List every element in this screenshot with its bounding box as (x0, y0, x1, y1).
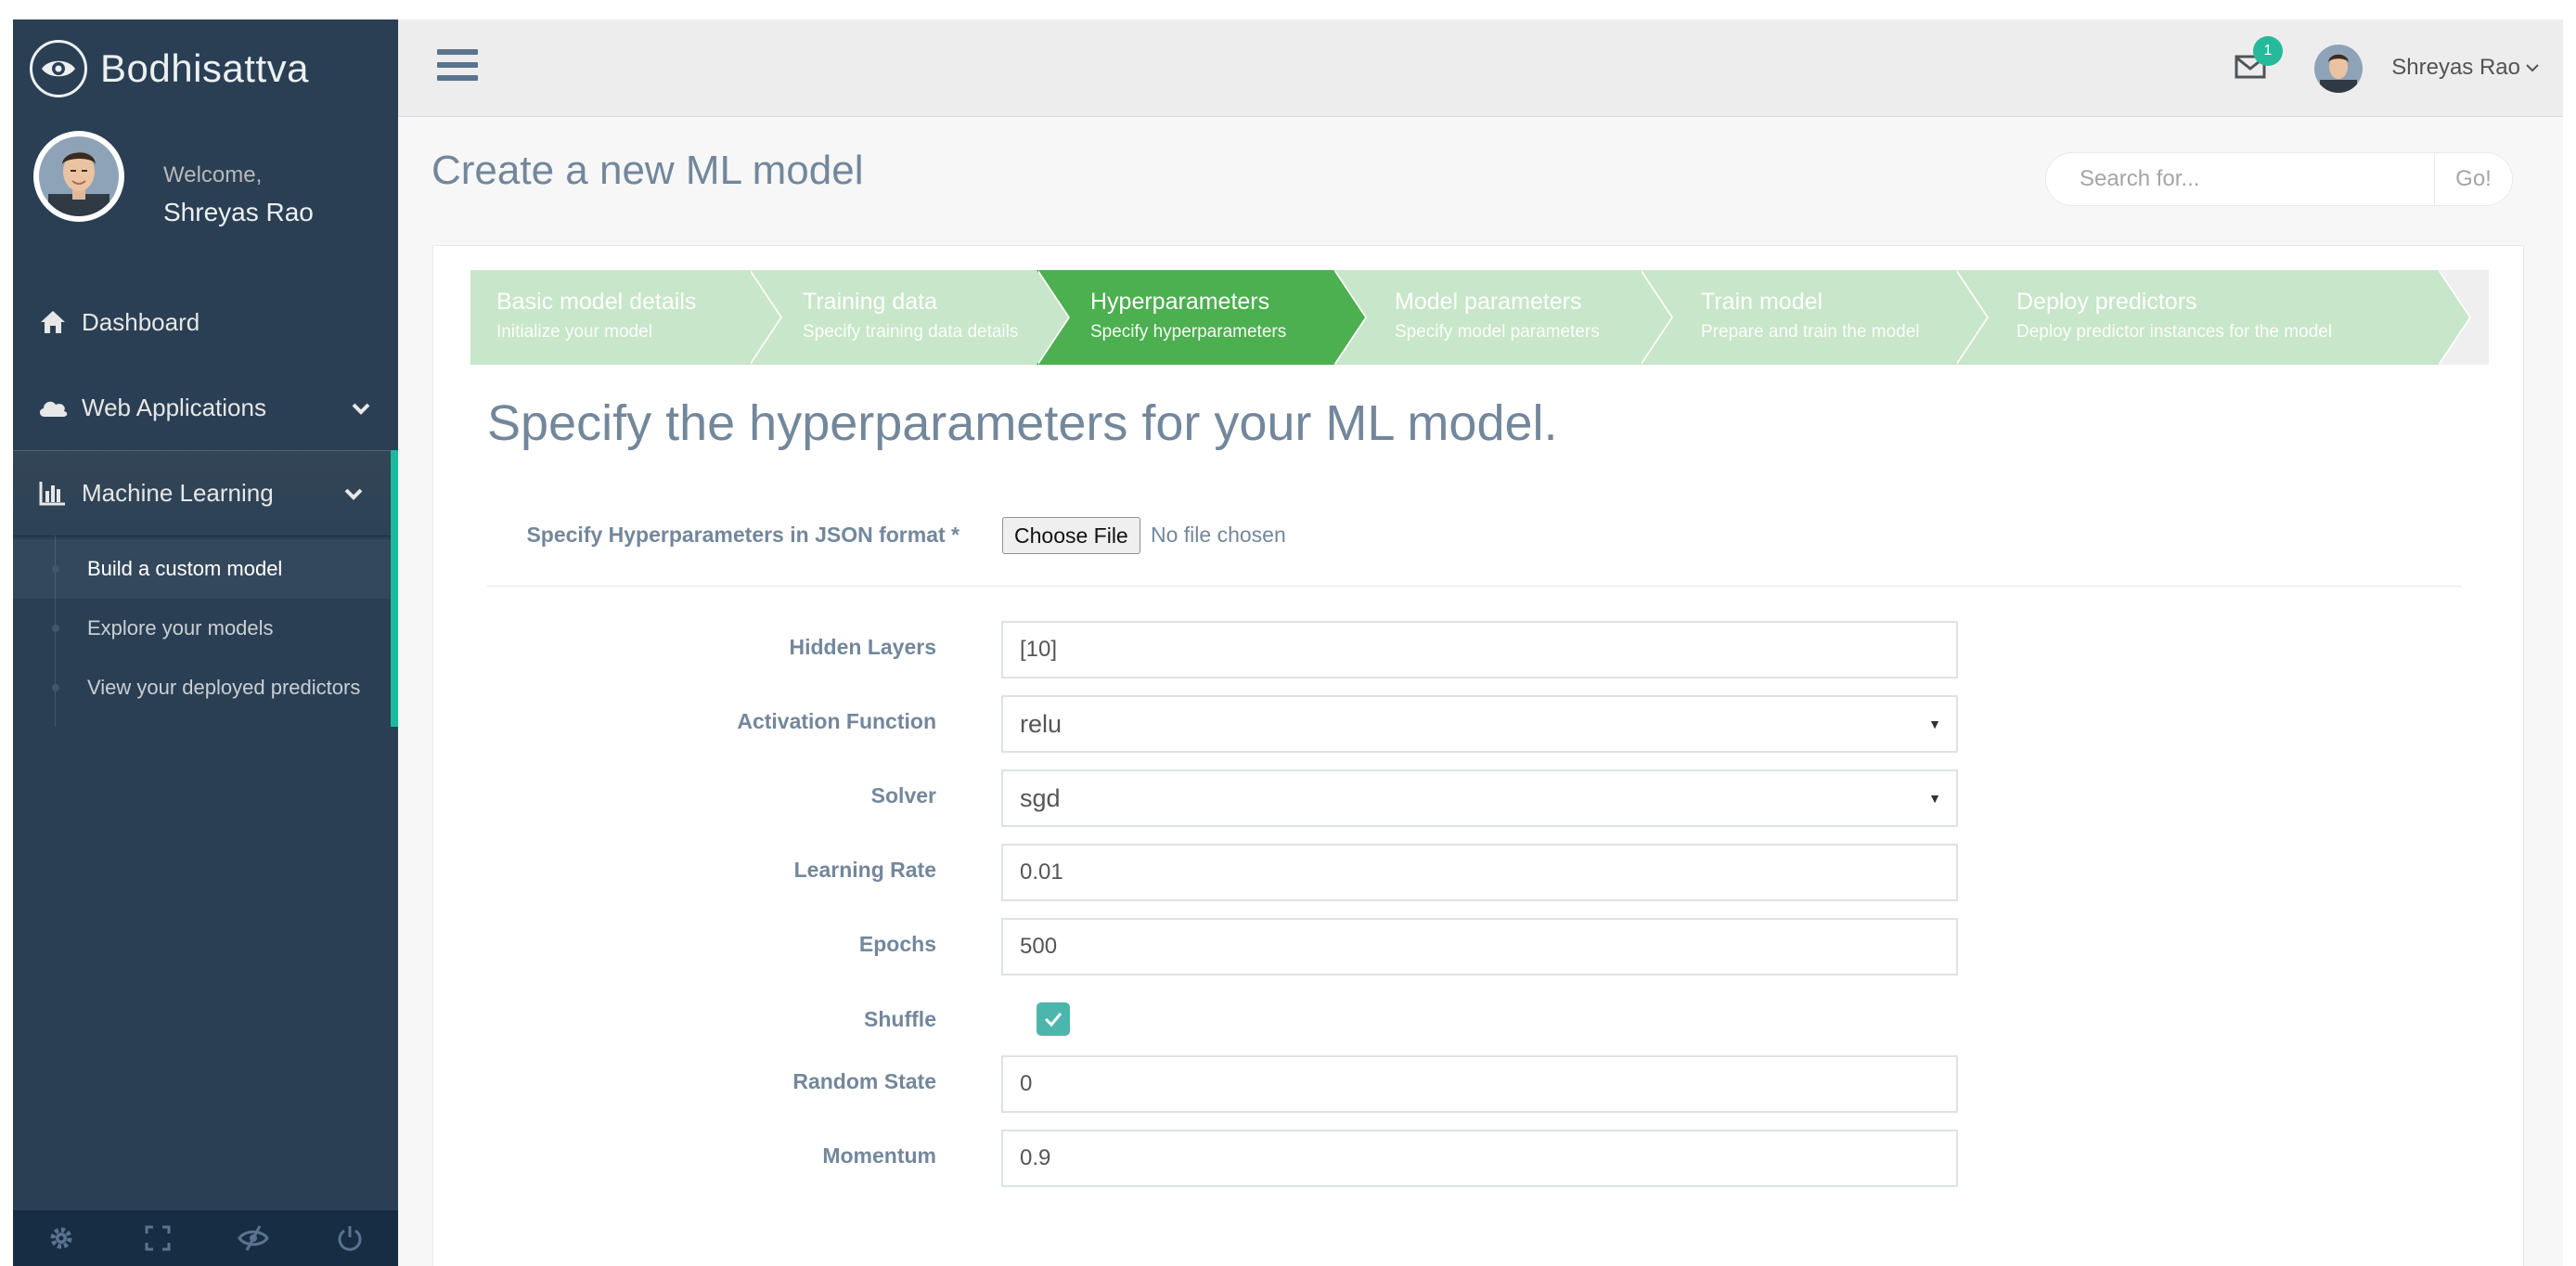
logout-button[interactable] (302, 1210, 398, 1266)
sidebar-item-label: Web Applications (82, 393, 266, 421)
json-upload-label: Specify Hyperparameters in JSON format * (526, 523, 960, 547)
step-title: Deploy predictors (2016, 289, 2197, 315)
brand[interactable]: Bodhisattva (13, 19, 398, 117)
wizard-step-basic-details[interactable]: Basic model details Initialize your mode… (470, 270, 782, 365)
sidebar-item-label: Machine Learning (82, 478, 274, 507)
hidden-layers-label: Hidden Layers (789, 635, 937, 659)
activation-function-label: Activation Function (737, 709, 936, 733)
profile: Welcome, Shreyas Rao (13, 131, 398, 242)
welcome-text: Welcome, (163, 162, 263, 187)
settings-icon (50, 1227, 72, 1249)
step-subtitle: Specify model parameters (1395, 322, 1600, 342)
avatar (33, 131, 124, 222)
eye-slash-icon (238, 1225, 270, 1251)
submenu-item-build-custom-model[interactable]: Build a custom model (13, 539, 391, 599)
step-title: Training data (803, 289, 937, 315)
step-subtitle: Prepare and train the model (1701, 322, 1920, 342)
chevron-down-icon[interactable] (344, 478, 363, 507)
sidebar-item-machine-learning[interactable]: Machine Learning (13, 450, 398, 536)
step-title: Hyperparameters (1090, 289, 1270, 315)
submenu-item-explore-models[interactable]: Explore your models (13, 599, 391, 658)
user-avatar[interactable] (2314, 45, 2363, 93)
cloud-icon (37, 392, 69, 423)
momentum-input[interactable]: 0.9 (1001, 1130, 1958, 1187)
brand-name: Bodhisattva (100, 45, 309, 90)
search-input[interactable] (2046, 153, 2436, 205)
check-icon (1044, 1013, 1063, 1027)
activation-function-value: relu (1020, 709, 1063, 738)
wizard-step-train-model[interactable]: Train model Prepare and train the model (1640, 270, 1989, 365)
wizard-step-deploy-predictors[interactable]: Deploy predictors Deploy predictor insta… (1955, 270, 2471, 365)
search-box: Go! (2045, 152, 2513, 206)
choose-file-button[interactable]: Choose File (1002, 517, 1140, 554)
shuffle-label: Shuffle (864, 1007, 936, 1031)
form-heading: Specify the hyperparameters for your ML … (487, 395, 1558, 451)
sidebar-submenu: Build a custom model Explore your models… (13, 536, 398, 727)
bullet-icon (52, 625, 59, 632)
settings-button[interactable] (13, 1210, 109, 1266)
power-icon (338, 1226, 362, 1251)
step-title: Train model (1701, 289, 1823, 315)
menu-toggle-icon[interactable] (437, 49, 478, 86)
step-subtitle: Initialize your model (496, 322, 652, 342)
random-state-label: Random State (792, 1069, 936, 1093)
hidden-layers-input[interactable]: [10] (1001, 621, 1958, 678)
sidebar-item-web-applications[interactable]: Web Applications (13, 365, 398, 450)
sidebar: Bodhisattva Welcome, Shreyas Rao Dashboa… (13, 19, 398, 1266)
sidebar-footer (13, 1210, 398, 1266)
divider (487, 586, 2462, 587)
epochs-label: Epochs (858, 932, 936, 956)
bar-chart-icon (37, 477, 69, 509)
bullet-icon (52, 565, 59, 573)
wizard-step-model-parameters[interactable]: Model parameters Specify model parameter… (1333, 270, 1673, 365)
chevron-down-icon[interactable] (352, 393, 370, 421)
submenu-label: View your deployed predictors (87, 676, 361, 699)
lock-view-button[interactable] (206, 1210, 303, 1266)
user-menu-name[interactable]: Shreyas Rao (2391, 55, 2520, 81)
wizard-steps: Basic model details Initialize your mode… (470, 270, 2489, 365)
learning-rate-input[interactable]: 0.01 (1001, 844, 1958, 901)
step-subtitle: Specify hyperparameters (1090, 322, 1287, 342)
learning-rate-label: Learning Rate (793, 858, 936, 882)
sidebar-menu: Dashboard Web Applications Machine Learn… (13, 279, 398, 727)
wizard-step-training-data[interactable]: Training data Specify training data deta… (749, 270, 1070, 365)
notification-badge: 1 (2253, 36, 2283, 66)
random-state-input[interactable]: 0 (1001, 1055, 1958, 1113)
submenu-item-deployed-predictors[interactable]: View your deployed predictors (13, 658, 391, 717)
app-window: Bodhisattva Welcome, Shreyas Rao Dashboa… (13, 19, 2563, 1266)
epochs-input[interactable]: 500 (1001, 918, 1958, 975)
content-panel: Basic model details Initialize your mode… (432, 245, 2524, 1266)
sidebar-item-label: Dashboard (82, 307, 200, 336)
momentum-label: Momentum (822, 1143, 936, 1168)
wizard-step-hyperparameters[interactable]: Hyperparameters Specify hyperparameters (1037, 270, 1367, 365)
eye-icon (30, 39, 87, 97)
solver-select[interactable]: sgd ▼ (1001, 769, 1958, 827)
fullscreen-icon (145, 1225, 171, 1251)
submenu-label: Explore your models (87, 616, 274, 639)
submenu-label: Build a custom model (87, 557, 283, 580)
activation-function-select[interactable]: relu ▼ (1001, 695, 1958, 753)
home-icon (37, 306, 69, 338)
step-title: Model parameters (1395, 289, 1582, 315)
shuffle-checkbox[interactable] (1037, 1002, 1070, 1036)
chevron-down-icon[interactable] (2526, 60, 2539, 77)
solver-value: sgd (1020, 783, 1061, 812)
bullet-icon (52, 684, 59, 691)
sidebar-item-dashboard[interactable]: Dashboard (13, 279, 398, 365)
step-title: Basic model details (496, 289, 697, 315)
dropdown-caret-icon: ▼ (1928, 791, 1941, 806)
file-status: No file chosen (1151, 523, 1286, 547)
top-navbar: 1 Shreyas Rao (398, 19, 2563, 117)
page-title: Create a new ML model (431, 148, 864, 193)
search-button[interactable]: Go! (2434, 153, 2512, 205)
fullscreen-button[interactable] (109, 1210, 206, 1266)
welcome-name: Shreyas Rao (163, 198, 314, 226)
step-subtitle: Specify training data details (803, 322, 1019, 342)
dropdown-caret-icon: ▼ (1928, 717, 1941, 731)
solver-label: Solver (870, 783, 936, 807)
step-subtitle: Deploy predictor instances for the model (2016, 322, 2333, 342)
